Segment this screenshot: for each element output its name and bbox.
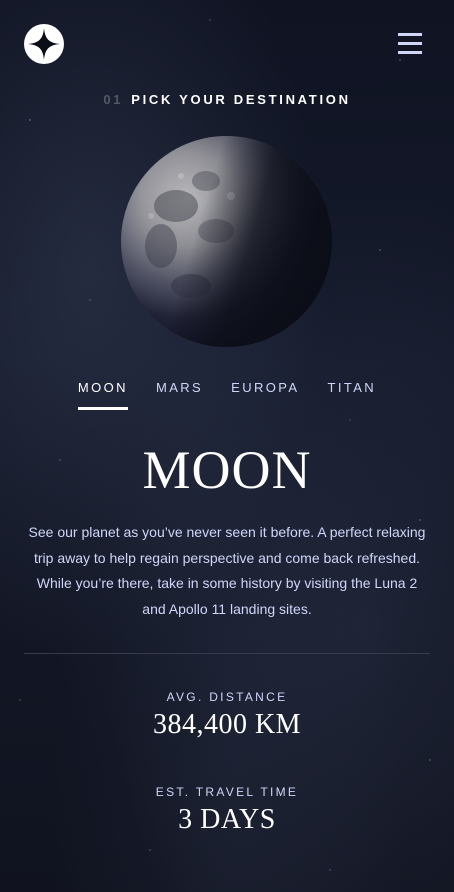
distance-value: 384,400 KM — [152, 709, 302, 740]
four-point-star-logo-icon — [24, 24, 64, 64]
site-logo[interactable] — [24, 24, 64, 64]
destination-tabs: MOON MARS EUROPA TITAN — [0, 380, 454, 410]
travel-time-label: EST. TRAVEL TIME — [155, 785, 299, 799]
hamburger-menu-icon — [398, 33, 422, 36]
page-title: 01 PICK YOUR DESTINATION — [0, 92, 454, 107]
destination-description: See our planet as you’ve never seen it b… — [28, 524, 426, 617]
page-title-text: PICK YOUR DESTINATION — [131, 92, 351, 107]
site-header — [24, 24, 430, 64]
tab-moon[interactable]: MOON — [77, 380, 128, 410]
tab-mars[interactable]: MARS — [156, 380, 203, 410]
divider — [24, 653, 430, 654]
distance-label: AVG. DISTANCE — [166, 690, 288, 704]
moon-image — [121, 136, 332, 347]
travel-time-value: 3 DAYS — [178, 804, 276, 835]
destination-name: MOON — [142, 440, 312, 500]
hamburger-line — [398, 42, 422, 45]
hamburger-menu-button[interactable] — [398, 33, 422, 54]
tab-titan[interactable]: TITAN — [327, 380, 376, 410]
hamburger-line — [398, 51, 422, 54]
page-title-number: 01 — [103, 92, 124, 107]
tab-europa[interactable]: EUROPA — [231, 380, 299, 410]
